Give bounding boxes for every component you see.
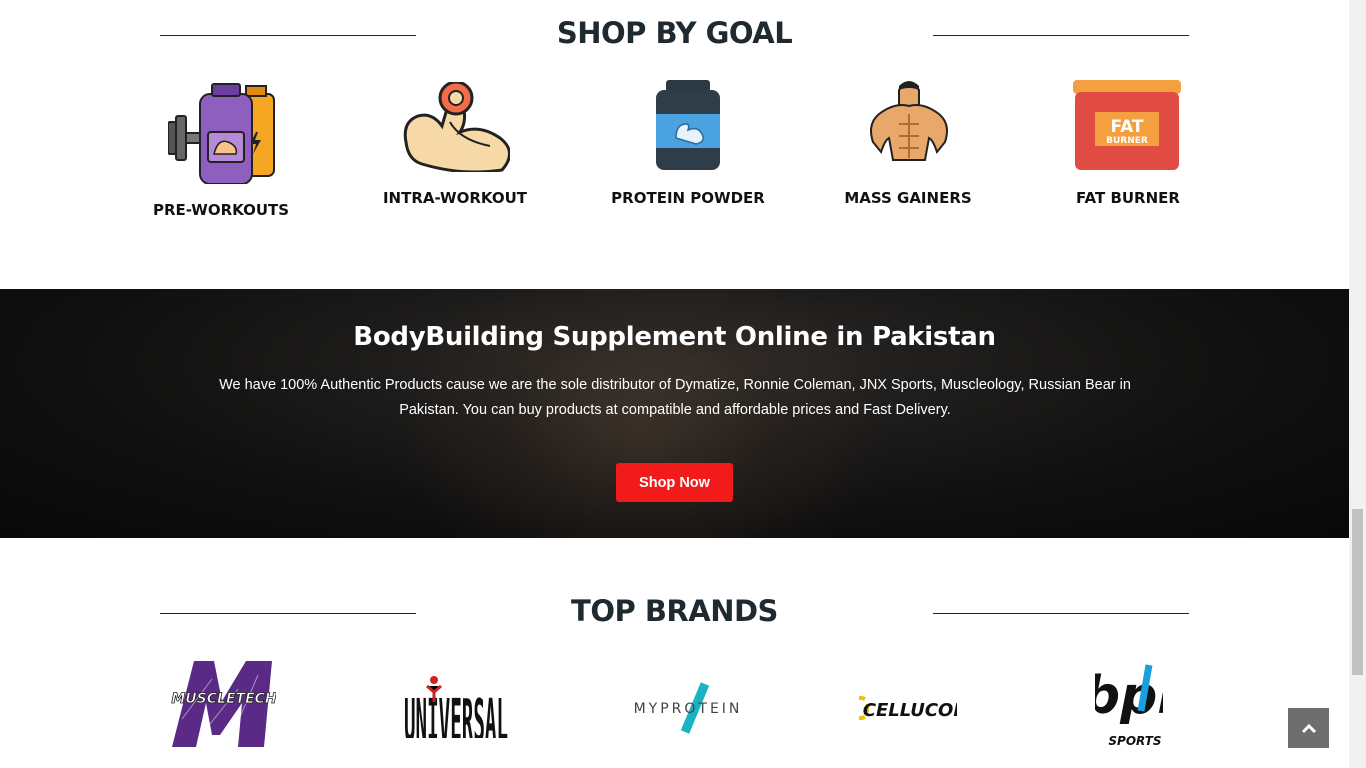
shop-by-goal-heading: SHOP BY GOAL <box>160 16 1189 56</box>
chevron-up-icon <box>1301 723 1316 734</box>
goal-label-protein-powder: PROTEIN POWDER <box>611 189 765 207</box>
top-brands-title: TOP BRANDS <box>571 594 778 628</box>
heading-rule-right <box>933 35 1189 36</box>
goal-item-mass-gainers[interactable]: MASS GAINERS <box>844 78 975 213</box>
scrollbar-thumb[interactable] <box>1352 509 1363 675</box>
shop-now-button[interactable]: Shop Now <box>616 463 733 502</box>
svg-text:BURNER: BURNER <box>1106 136 1148 146</box>
brand-universal[interactable]: UNIVERSAL <box>400 670 512 740</box>
bpi-sports-logo: bpi SPORTS <box>1095 664 1163 748</box>
top-brands-heading: TOP BRANDS <box>160 594 1189 634</box>
shop-by-goal-title: SHOP BY GOAL <box>556 16 793 50</box>
bodybuilder-icon <box>870 81 948 161</box>
heading-rule-right <box>933 613 1189 614</box>
svg-text:MUSCLETECH: MUSCLETECH <box>171 691 276 707</box>
goal-label-pre-workouts: PRE-WORKOUTS <box>152 201 290 219</box>
svg-text:bpi: bpi <box>1095 666 1163 726</box>
brand-bpi-sports[interactable]: bpi SPORTS <box>1094 656 1164 752</box>
svg-text:FAT: FAT <box>1110 117 1143 137</box>
goal-item-fat-burner[interactable]: FAT BURNER FAT BURNER <box>1068 78 1188 213</box>
flexed-arm-icon <box>403 82 510 172</box>
hero-description: We have 100% Authentic Products cause we… <box>219 377 1131 418</box>
universal-logo: UNIVERSAL <box>404 676 508 738</box>
cellucor-logo: CELLUCOR <box>859 696 957 721</box>
protein-tub-icon <box>656 80 720 170</box>
goal-label-mass-gainers: MASS GAINERS <box>844 189 972 207</box>
svg-text:CELLUCOR: CELLUCOR <box>863 700 957 721</box>
goal-label-intra-workout: INTRA-WORKOUT <box>382 189 528 207</box>
svg-text:MYPROTEIN: MYPROTEIN <box>634 701 743 717</box>
myprotein-logo: MYPROTEIN <box>634 682 743 734</box>
back-to-top-button[interactable] <box>1288 708 1329 748</box>
brand-myprotein[interactable]: MYPROTEIN <box>630 680 746 734</box>
fat-burner-tub-icon: FAT BURNER <box>1073 80 1181 170</box>
brand-muscletech[interactable]: MUSCLETECH <box>166 658 278 750</box>
goal-item-intra-workout[interactable]: INTRA-WORKOUT <box>383 78 527 213</box>
hero-banner: BodyBuilding Supplement Online in Pakist… <box>0 289 1349 538</box>
brand-cellucor[interactable]: CELLUCOR <box>858 690 958 726</box>
goal-item-protein-powder[interactable]: PROTEIN POWDER <box>611 78 765 213</box>
pre-workout-bottles-icon <box>168 83 275 184</box>
goal-item-pre-workouts[interactable]: PRE-WORKOUTS <box>153 78 290 223</box>
svg-text:SPORTS: SPORTS <box>1108 734 1161 748</box>
svg-text:UNIVERSAL: UNIVERSAL <box>404 687 508 738</box>
muscletech-logo: MUSCLETECH <box>171 661 276 747</box>
hero-title: BodyBuilding Supplement Online in Pakist… <box>353 322 996 352</box>
vertical-scrollbar[interactable] <box>1349 0 1366 768</box>
goal-label-fat-burner: FAT BURNER <box>1076 189 1180 207</box>
